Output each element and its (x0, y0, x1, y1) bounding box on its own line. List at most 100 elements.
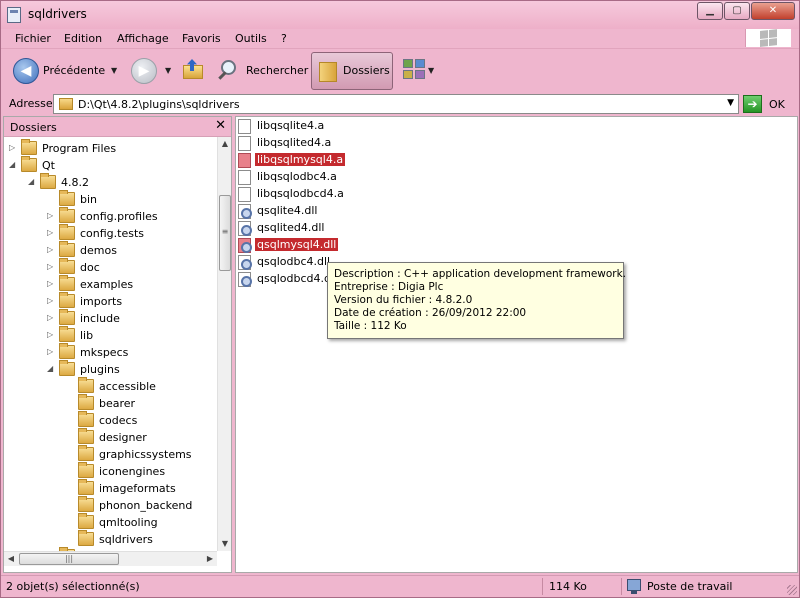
folder-up-icon[interactable] (181, 59, 205, 81)
expand-arrow-icon[interactable]: ▷ (47, 228, 55, 237)
tree-item-qmltooling[interactable]: qmltooling (4, 513, 217, 531)
scroll-thumb[interactable]: ||| (19, 553, 119, 565)
menu-affichage[interactable]: Affichage (117, 32, 169, 45)
tree-item-mkspecs[interactable]: ▷ mkspecs (4, 343, 217, 361)
search-button-label[interactable]: Rechercher (246, 64, 308, 77)
views-dropdown-icon[interactable]: ▼ (428, 66, 434, 75)
tree-item-label: lib (80, 329, 94, 342)
expand-arrow-icon[interactable]: ▷ (47, 262, 55, 271)
tree-item-label: config.tests (80, 227, 145, 240)
tree-item-doc[interactable]: ▷ doc (4, 258, 217, 276)
folders-toggle-button[interactable]: Dossiers (311, 52, 393, 90)
folder-icon (59, 190, 75, 206)
search-icon[interactable] (217, 60, 239, 82)
menu-fichier[interactable]: Fichier (15, 32, 51, 45)
expand-arrow-icon[interactable]: ▷ (47, 330, 55, 339)
tree-item-label: demos (80, 244, 117, 257)
collapse-arrow-icon[interactable]: ◢ (28, 177, 36, 186)
scroll-thumb[interactable]: ≡ (219, 195, 231, 271)
forward-history-dropdown-icon[interactable]: ▼ (165, 66, 171, 75)
tree-item-label: iconengines (99, 465, 166, 478)
tree-item-config-tests[interactable]: ▷ config.tests (4, 224, 217, 242)
expand-arrow-icon[interactable]: ▷ (47, 313, 55, 322)
tree-item-imageformats[interactable]: imageformats (4, 479, 217, 497)
folder-icon (78, 479, 94, 495)
tree-item-iconengines[interactable]: iconengines (4, 462, 217, 480)
windows-logo-icon (745, 29, 791, 47)
go-arrow-icon[interactable]: ➔ (743, 95, 762, 113)
tree-item-label: sqldrivers (99, 533, 153, 546)
window-icon[interactable] (7, 7, 21, 23)
menu-outils[interactable]: Outils (235, 32, 267, 45)
tree-item-bearer[interactable]: bearer (4, 394, 217, 412)
tree-item-examples[interactable]: ▷ examples (4, 275, 217, 293)
resize-grip-icon[interactable] (787, 585, 797, 595)
back-history-dropdown-icon[interactable]: ▼ (111, 66, 117, 75)
expand-arrow-icon[interactable]: ▷ (9, 143, 17, 152)
expand-arrow-icon[interactable]: ▷ (47, 296, 55, 305)
expand-arrow-icon[interactable]: ▷ (47, 279, 55, 288)
tree-item-label: doc (80, 261, 100, 274)
chevron-down-icon[interactable]: ▼ (727, 98, 734, 108)
back-arrow-icon[interactable]: ◀ (13, 58, 39, 84)
tree-item-accessible[interactable]: accessible (4, 377, 217, 395)
window-title: sqldrivers (28, 7, 87, 21)
tree-item-label: mkspecs (80, 346, 129, 359)
expand-arrow-icon[interactable]: ▷ (47, 245, 55, 254)
minimize-button[interactable]: ▁ (697, 2, 723, 20)
tree-item-include[interactable]: ▷ include (4, 309, 217, 327)
scroll-left-icon[interactable]: ◀ (4, 552, 18, 566)
close-icon[interactable]: ✕ (215, 118, 226, 133)
back-button-label[interactable]: Précédente (43, 64, 105, 77)
tree-item-phonon-backend[interactable]: phonon_backend (4, 496, 217, 514)
menu-bar: Fichier Edition Affichage Favoris Outils… (1, 29, 799, 49)
document-icon (238, 187, 251, 202)
scroll-down-icon[interactable]: ▼ (218, 537, 232, 551)
tree-item-plugins[interactable]: ◢ plugins (4, 360, 217, 378)
go-button-label[interactable]: OK (769, 98, 785, 111)
scroll-up-icon[interactable]: ▲ (218, 137, 232, 151)
tree-item-program-files[interactable]: ▷ Program Files (4, 139, 217, 157)
expand-arrow-icon[interactable]: ▷ (47, 211, 55, 220)
tree-item-codecs[interactable]: codecs (4, 411, 217, 429)
tree-item-imports[interactable]: ▷ imports (4, 292, 217, 310)
title-bar[interactable]: sqldrivers ▁ ▢ ✕ (1, 1, 799, 29)
computer-icon (627, 579, 641, 594)
tree-item-label: bin (80, 193, 98, 206)
toolbar: ◀ Précédente ▼ ▶ ▼ Rechercher Dossiers ▼ (1, 49, 799, 92)
scroll-right-icon[interactable]: ▶ (203, 552, 217, 566)
close-button[interactable]: ✕ (751, 2, 795, 20)
file-list: libqsqlite4.a libqsqlited4.a libqsqlmysql4… (235, 116, 798, 573)
tree-item-qt[interactable]: ◢ Qt (4, 156, 217, 174)
tree-item-designer[interactable]: designer (4, 428, 217, 446)
maximize-button[interactable]: ▢ (724, 2, 750, 20)
tree-item-label: qmltooling (99, 516, 158, 529)
status-bar: 2 objet(s) sélectionné(s) 114 Ko Poste d… (1, 575, 799, 597)
folder-icon (78, 530, 94, 546)
address-input[interactable]: D:\Qt\4.8.2\plugins\sqldrivers ▼ (53, 94, 739, 114)
file-name: libqsqlmysql4.a (255, 153, 346, 166)
folder-icon (78, 411, 94, 427)
expand-arrow-icon[interactable]: ▷ (47, 347, 55, 356)
menu-help[interactable]: ? (281, 32, 287, 45)
tree-item-sqldrivers[interactable]: sqldrivers (4, 530, 217, 548)
menu-favoris[interactable]: Favoris (182, 32, 221, 45)
vertical-scrollbar[interactable]: ▲ ≡ ▼ (217, 137, 231, 551)
collapse-arrow-icon[interactable]: ◢ (47, 364, 55, 373)
tree-item-graphicssystems[interactable]: graphicssystems (4, 445, 217, 463)
address-path[interactable]: D:\Qt\4.8.2\plugins\sqldrivers (78, 98, 240, 111)
tree-item-lib[interactable]: ▷ lib (4, 326, 217, 344)
dll-file-icon (238, 204, 252, 219)
folder-icon (59, 241, 75, 257)
tree-item-bin[interactable]: bin (4, 190, 217, 208)
tree-item-config-profiles[interactable]: ▷ config.profiles (4, 207, 217, 225)
views-icon[interactable] (403, 59, 425, 79)
tree-item-4-8-2[interactable]: ◢ 4.8.2 (4, 173, 217, 191)
menu-edition[interactable]: Edition (64, 32, 102, 45)
folder-tree: ▷ Program Files ◢ Qt ◢ 4.8.2 bin ▷ config.profil… (4, 137, 217, 551)
folder-icon (59, 207, 75, 223)
horizontal-scrollbar[interactable]: ◀ ||| ▶ (4, 551, 217, 566)
collapse-arrow-icon[interactable]: ◢ (9, 160, 17, 169)
forward-arrow-icon[interactable]: ▶ (131, 58, 157, 84)
tree-item-demos[interactable]: ▷ demos (4, 241, 217, 259)
